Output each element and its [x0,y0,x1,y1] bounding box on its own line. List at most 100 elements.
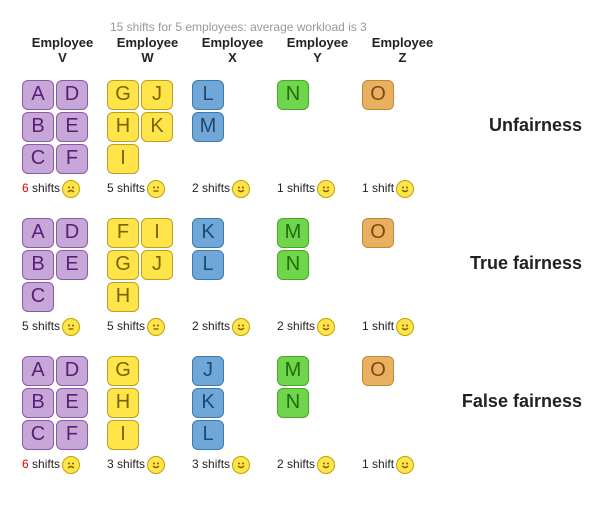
shift-tile: D [56,218,88,248]
neutral-face-icon [147,318,165,336]
shift-cell: KL [190,214,275,314]
happy-face-icon [232,180,250,198]
shift-tile: K [192,218,224,248]
scenario-label: Unfairness [445,76,590,176]
sad-face-icon [62,180,80,198]
diagram-grid: EmployeeVEmployeeWEmployeeXEmployeeYEmpl… [20,36,590,490]
shift-tile: O [362,356,394,386]
shift-cell: MN [275,352,360,452]
shift-tile: C [22,420,54,450]
shift-tile: L [192,80,224,110]
shift-tile: N [277,388,309,418]
shift-tile: N [277,250,309,280]
happy-face-icon [396,318,414,336]
shift-count: 2 [277,319,284,333]
shift-count: 5 [22,319,29,333]
shift-tile: I [141,218,173,248]
shift-count-unit: shifts [29,181,60,195]
summary-cell: 2 shifts [275,452,360,490]
employee-header-X: EmployeeX [190,36,275,76]
shift-tile: G [107,356,139,386]
shift-count: 1 [362,319,369,333]
shift-tile: D [56,356,88,386]
shift-count-unit: shifts [284,319,315,333]
shift-count: 5 [107,181,114,195]
shift-count-unit: shifts [199,319,230,333]
shift-cell: N [275,76,360,176]
shift-tile: H [107,388,139,418]
shift-count-unit: shifts [284,181,315,195]
neutral-face-icon [147,180,165,198]
shift-tile: D [56,80,88,110]
shift-tile: L [192,420,224,450]
shift-cell: O [360,76,445,176]
summary-cell: 6 shifts [20,176,105,214]
shift-count-unit: shifts [114,457,145,471]
shift-cell: JKL [190,352,275,452]
shift-count: 2 [192,181,199,195]
employee-header-W: EmployeeW [105,36,190,76]
sad-face-icon [62,456,80,474]
shift-tile: F [107,218,139,248]
shift-cell: ADBEC [20,214,105,314]
shift-count-unit: shifts [199,457,230,471]
shift-tile: C [22,144,54,174]
shift-tile: I [107,420,139,450]
shift-tile: N [277,80,309,110]
shift-count-unit: shifts [114,319,145,333]
shift-tile: H [107,112,139,142]
shift-tile: E [56,112,88,142]
shift-cell: FIGJH [105,214,190,314]
summary-cell: 6 shifts [20,452,105,490]
shift-tile: F [56,420,88,450]
summary-cell: 5 shifts [105,314,190,352]
shift-count: 1 [277,181,284,195]
shift-tile: J [141,250,173,280]
summary-cell: 1 shift [360,314,445,352]
shift-tile: F [56,144,88,174]
shift-count-unit: shift [369,181,394,195]
shift-tile: E [56,250,88,280]
shift-tile: G [107,80,139,110]
shift-cell: O [360,352,445,452]
shift-count-unit: shift [369,319,394,333]
shift-count-unit: shifts [114,181,145,195]
shift-tile: A [22,356,54,386]
happy-face-icon [147,456,165,474]
happy-face-icon [396,180,414,198]
happy-face-icon [232,456,250,474]
shift-tile: K [141,112,173,142]
summary-cell: 5 shifts [20,314,105,352]
shift-count-unit: shifts [29,319,60,333]
shift-count-unit: shifts [284,457,315,471]
employee-header-Z: EmployeeZ [360,36,445,76]
happy-face-icon [232,318,250,336]
shift-count: 6 [22,457,29,471]
scenario-label: True fairness [445,214,590,314]
shift-count-unit: shifts [199,181,230,195]
shift-tile: O [362,218,394,248]
shift-count: 3 [107,457,114,471]
shift-tile: O [362,80,394,110]
shift-tile: J [192,356,224,386]
shift-tile: J [141,80,173,110]
shift-count: 2 [277,457,284,471]
summary-cell: 2 shifts [190,314,275,352]
shift-cell: ADBECF [20,352,105,452]
summary-cell: 1 shift [360,176,445,214]
shift-tile: K [192,388,224,418]
shift-tile: E [56,388,88,418]
shift-tile: C [22,282,54,312]
summary-cell: 5 shifts [105,176,190,214]
summary-cell: 3 shifts [190,452,275,490]
happy-face-icon [317,318,335,336]
shift-count-unit: shift [369,457,394,471]
shift-cell: ADBECF [20,76,105,176]
shift-tile: A [22,80,54,110]
scenario-label: False fairness [445,352,590,452]
shift-count: 2 [192,319,199,333]
shift-count-unit: shifts [29,457,60,471]
shift-cell: LM [190,76,275,176]
summary-cell: 2 shifts [190,176,275,214]
summary-cell: 3 shifts [105,452,190,490]
